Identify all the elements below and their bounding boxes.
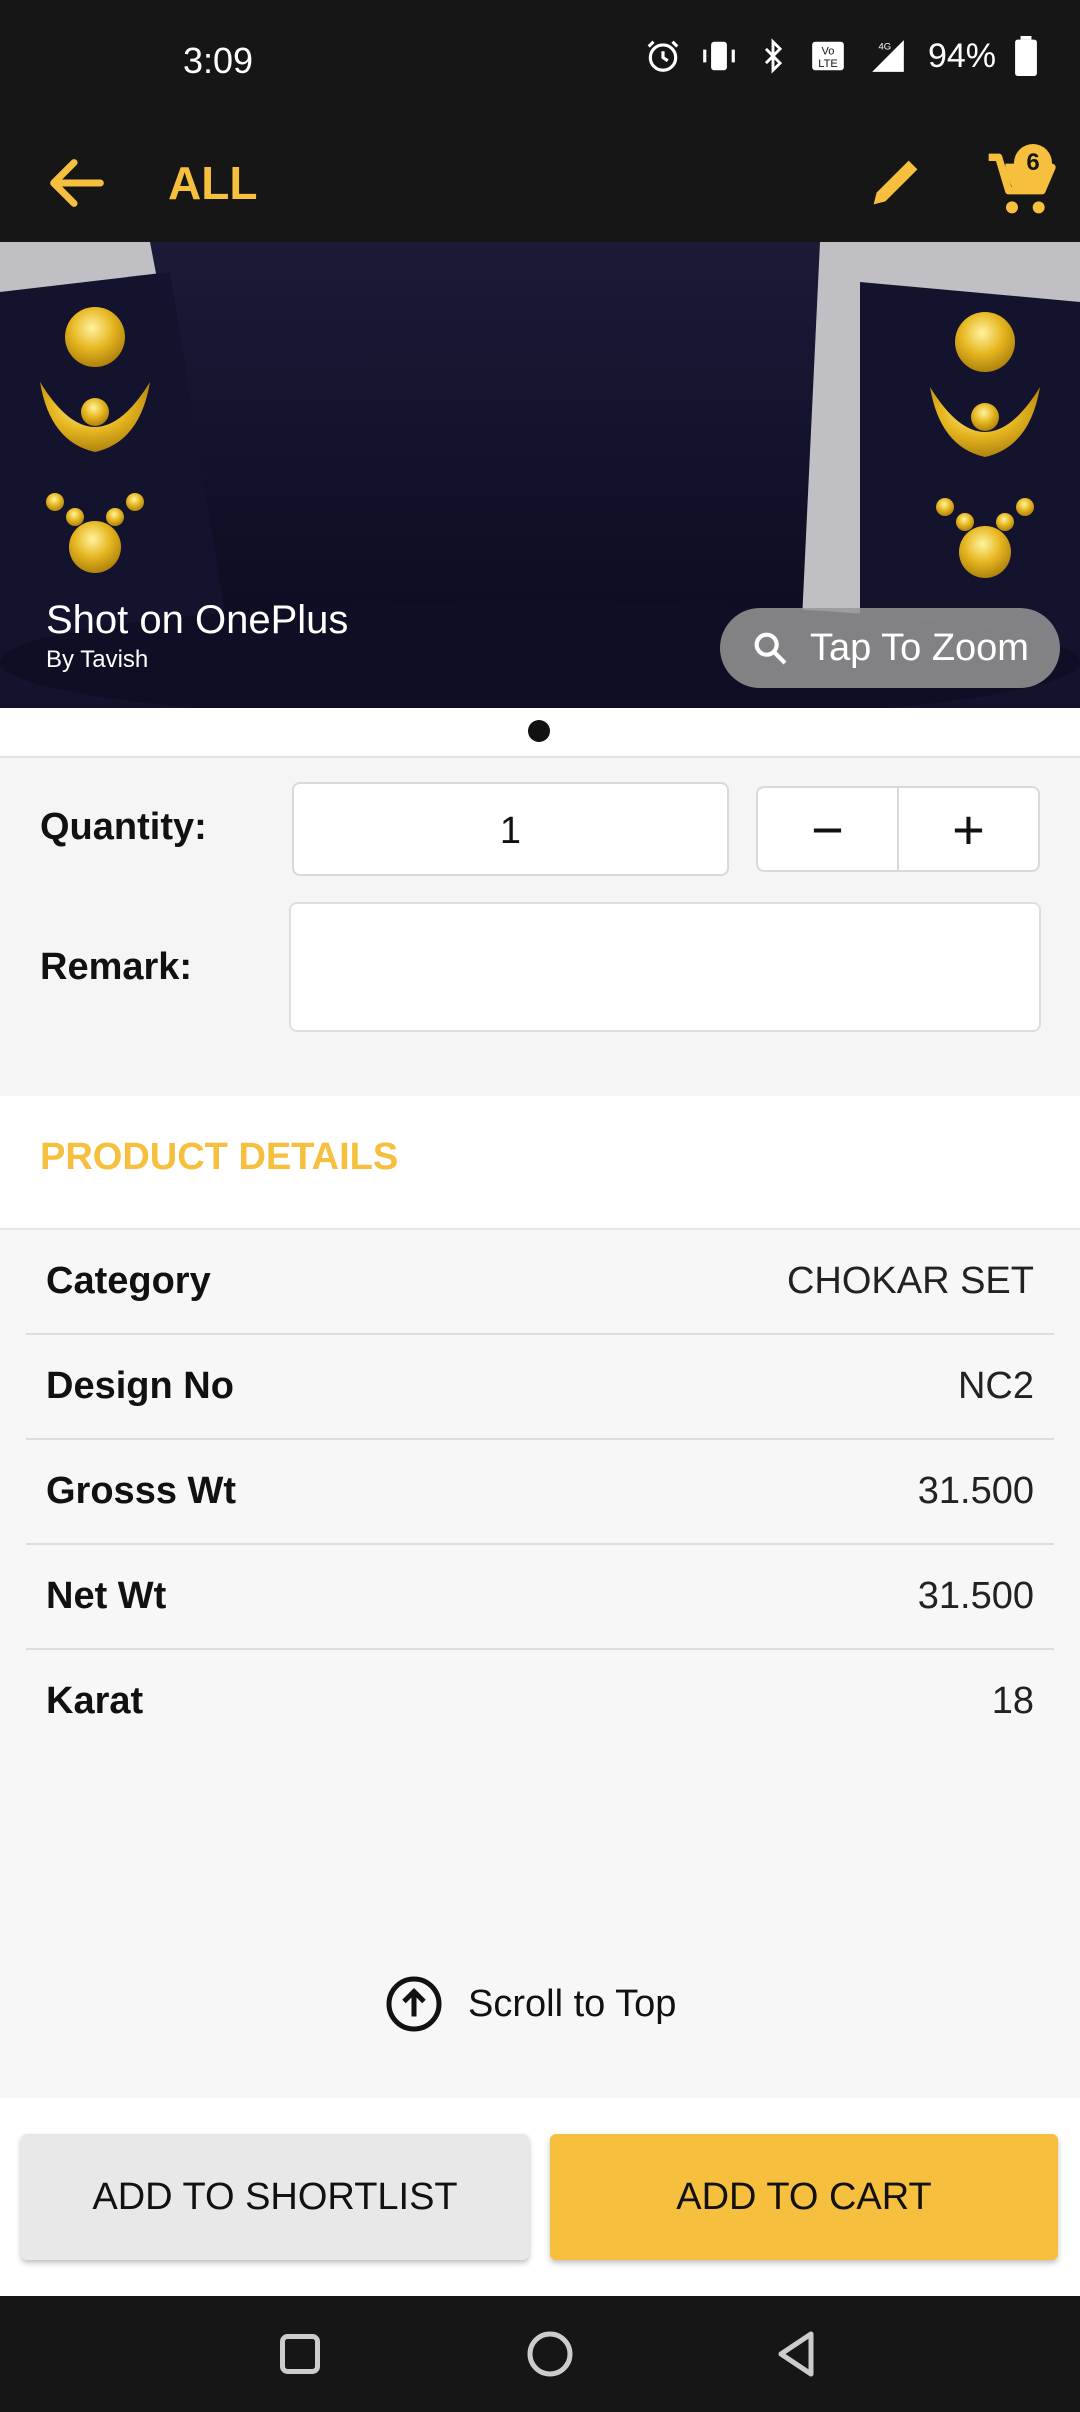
decrement-button[interactable]: −: [758, 788, 897, 870]
status-bar: 3:09 Vo LTE 4G 94%: [0, 0, 1080, 126]
detail-value: CHOKAR SET: [786, 1260, 1034, 1302]
back-triangle-icon[interactable]: [766, 2324, 826, 2384]
detail-key: Karat: [46, 1680, 144, 1722]
detail-row-net-wt: Net Wt 31.500: [26, 1545, 1054, 1650]
page-title: ALL: [168, 157, 258, 209]
remark-label: Remark:: [40, 946, 193, 988]
product-details-table: Category CHOKAR SET Design No NC2 Grosss…: [26, 1230, 1054, 1753]
status-time: 3:09: [183, 40, 254, 81]
tap-to-zoom-button[interactable]: Tap To Zoom: [720, 608, 1060, 688]
detail-row-design-no: Design No NC2: [26, 1335, 1054, 1440]
quantity-field[interactable]: 1: [292, 782, 729, 876]
svg-text:4G: 4G: [878, 42, 891, 53]
pager-dot-active[interactable]: [528, 720, 550, 742]
edit-pencil-icon[interactable]: [862, 146, 932, 216]
cart-count-badge: 6: [1014, 144, 1052, 182]
svg-text:LTE: LTE: [818, 58, 838, 70]
system-nav-bar: [0, 2296, 1080, 2412]
product-details-title: PRODUCT DETAILS: [40, 1136, 399, 1178]
vibrate-icon: [703, 41, 735, 71]
signal-4g-icon: 4G: [872, 40, 904, 72]
detail-row-category: Category CHOKAR SET: [26, 1230, 1054, 1335]
add-to-shortlist-button[interactable]: ADD TO SHORTLIST: [21, 2134, 529, 2260]
increment-button[interactable]: +: [899, 788, 1038, 870]
battery-percent: 94%: [927, 36, 996, 75]
status-icons: Vo LTE 4G 94%: [644, 36, 1038, 76]
scroll-to-top-button[interactable]: Scroll to Top: [384, 1974, 676, 2034]
scroll-to-top-label: Scroll to Top: [468, 1982, 677, 2025]
search-icon: [754, 632, 787, 665]
arrow-up-circle-icon: [386, 1976, 442, 2032]
detail-key: Net Wt: [46, 1575, 167, 1617]
watermark-title: Shot on OnePlus: [46, 598, 349, 642]
detail-key: Design No: [46, 1365, 234, 1407]
watermark-subtitle: By Tavish: [46, 646, 149, 673]
battery-icon: [1015, 36, 1037, 76]
detail-value: 31.500: [917, 1470, 1034, 1512]
home-circle-icon[interactable]: [520, 2324, 580, 2384]
app-bar: ALL 6: [0, 126, 1080, 242]
detail-value: 18: [991, 1680, 1034, 1722]
detail-key: Category: [46, 1260, 211, 1302]
quantity-stepper: − +: [756, 786, 1040, 872]
detail-key: Grosss Wt: [46, 1470, 237, 1512]
alarm-icon: [647, 40, 679, 72]
back-arrow-icon[interactable]: [42, 148, 112, 218]
product-details-header: PRODUCT DETAILS: [0, 1096, 1080, 1230]
volte-icon: VoLTE: [812, 41, 844, 71]
detail-row-karat: Karat 18: [26, 1650, 1054, 1753]
detail-row-gross-wt: Grosss Wt 31.500: [26, 1440, 1054, 1545]
add-to-cart-button[interactable]: ADD TO CART: [550, 2134, 1058, 2260]
detail-value: 31.500: [917, 1575, 1034, 1617]
remark-field[interactable]: [289, 902, 1041, 1032]
quantity-label: Quantity:: [40, 806, 207, 848]
detail-value: NC2: [957, 1365, 1034, 1407]
tap-to-zoom-label: Tap To Zoom: [810, 626, 1029, 669]
svg-text:Vo: Vo: [821, 45, 834, 57]
recents-square-icon[interactable]: [270, 2324, 330, 2384]
image-pager: [0, 708, 1080, 758]
bluetooth-icon: [764, 38, 783, 74]
